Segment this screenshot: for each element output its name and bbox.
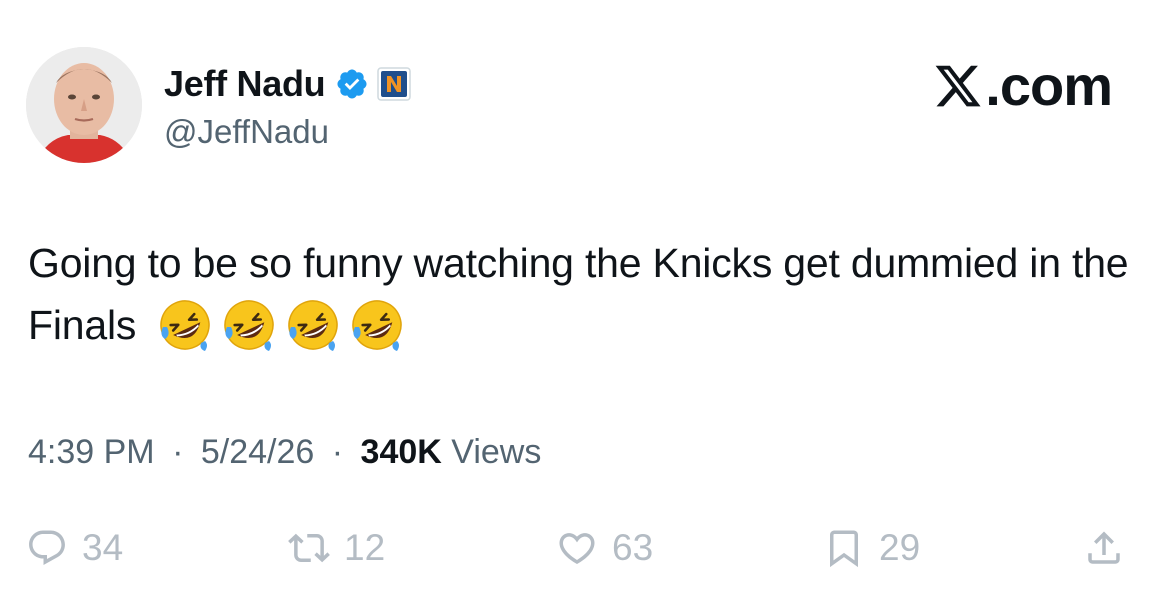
verified-check-icon[interactable] (335, 67, 369, 101)
bookmark-button[interactable]: 29 (823, 518, 920, 578)
heart-icon (556, 527, 598, 569)
tweet-time[interactable]: 4:39 PM (28, 433, 155, 471)
avatar[interactable] (26, 47, 142, 163)
affiliate-badge-icon[interactable] (377, 67, 412, 101)
meta-separator: · (331, 433, 344, 471)
retweet-button[interactable]: 12 (288, 518, 385, 578)
tweet-text: Going to be so funny watching the Knicks… (28, 232, 1148, 356)
share-button[interactable] (1083, 518, 1125, 578)
views-count[interactable]: 340K (361, 433, 442, 471)
bookmark-icon (823, 527, 865, 569)
rolling-on-floor-laughing-emoji (157, 297, 213, 353)
retweet-icon (288, 527, 330, 569)
x-logo-icon (933, 61, 983, 111)
like-count: 63 (612, 527, 654, 568)
author-name-row: Jeff Nadu (164, 62, 412, 106)
brand-domain-text: .com (985, 54, 1113, 117)
reply-icon (26, 527, 68, 569)
views-label: Views (451, 433, 542, 471)
share-icon (1083, 527, 1125, 569)
tweet-meta: 4:39 PM · 5/24/26 · 340K Views (28, 430, 541, 474)
tweet-date[interactable]: 5/24/26 (201, 433, 314, 471)
reply-button[interactable]: 34 (26, 518, 123, 578)
emoji-group (157, 297, 405, 353)
like-button[interactable]: 63 (556, 518, 653, 578)
author-handle[interactable]: @JeffNadu (164, 112, 329, 152)
tweet-card: Jeff Nadu @JeffNadu .com Going to be so … (0, 0, 1169, 606)
rolling-on-floor-laughing-emoji (349, 297, 405, 353)
x-com-brand: .com (933, 54, 1113, 117)
rolling-on-floor-laughing-emoji (285, 297, 341, 353)
retweet-count: 12 (344, 527, 386, 568)
meta-separator: · (172, 433, 184, 471)
bookmark-count: 29 (879, 527, 921, 568)
tweet-actions: 34 12 63 29 (0, 518, 1169, 578)
rolling-on-floor-laughing-emoji (221, 297, 277, 353)
display-name[interactable]: Jeff Nadu (164, 62, 326, 106)
reply-count: 34 (82, 527, 124, 568)
